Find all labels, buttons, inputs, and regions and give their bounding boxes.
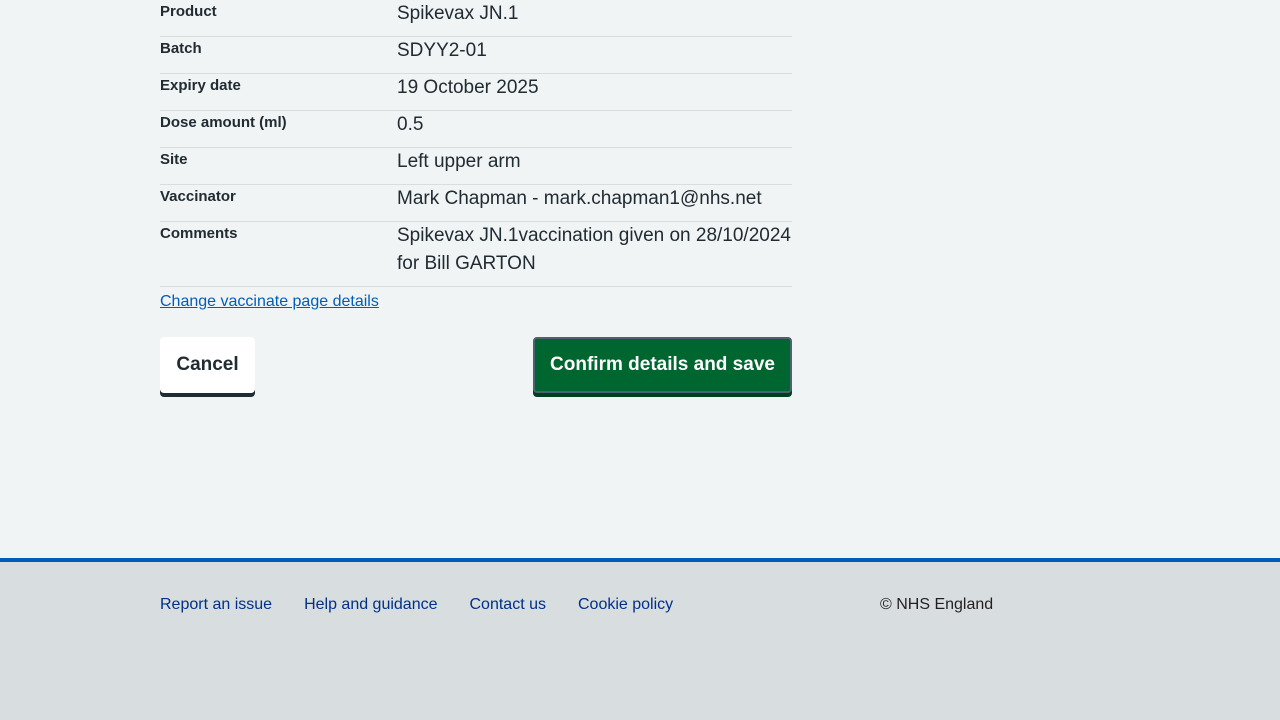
confirm-details-and-save-button[interactable]: Confirm details and save bbox=[533, 337, 792, 393]
summary-value: Mark Chapman - mark.chapman1@nhs.net bbox=[397, 188, 762, 209]
summary-key: Comments bbox=[160, 225, 238, 242]
main-content: Product Spikevax JN.1 Batch SDYY2-01 Exp… bbox=[160, 0, 792, 397]
summary-row-product: Product Spikevax JN.1 bbox=[160, 0, 792, 37]
summary-row-batch: Batch SDYY2-01 bbox=[160, 37, 792, 74]
summary-key: Product bbox=[160, 3, 217, 20]
summary-key: Batch bbox=[160, 40, 202, 57]
cancel-button[interactable]: Cancel bbox=[160, 337, 255, 393]
summary-key: Site bbox=[160, 151, 188, 168]
change-vaccinate-details-link[interactable]: Change vaccinate page details bbox=[160, 293, 379, 311]
footer-link-help-guidance[interactable]: Help and guidance bbox=[304, 596, 437, 614]
summary-key: Dose amount (ml) bbox=[160, 114, 287, 131]
summary-value: 0.5 bbox=[397, 114, 424, 135]
summary-value: Spikevax JN.1vaccination given on 28/10/… bbox=[397, 225, 791, 274]
summary-value: Left upper arm bbox=[397, 151, 521, 172]
summary-row-vaccinator: Vaccinator Mark Chapman - mark.chapman1@… bbox=[160, 185, 792, 222]
footer-links: Report an issue Help and guidance Contac… bbox=[160, 596, 673, 614]
footer-link-contact-us[interactable]: Contact us bbox=[470, 596, 546, 614]
summary-value: 19 October 2025 bbox=[397, 77, 539, 98]
summary-key: Expiry date bbox=[160, 77, 241, 94]
summary-key: Vaccinator bbox=[160, 188, 236, 205]
summary-row-comments: Comments Spikevax JN.1vaccination given … bbox=[160, 222, 792, 287]
footer-link-cookie-policy[interactable]: Cookie policy bbox=[578, 596, 673, 614]
form-actions: Cancel Confirm details and save bbox=[160, 337, 792, 397]
summary-row-site: Site Left upper arm bbox=[160, 148, 792, 185]
summary-row-expiry-date: Expiry date 19 October 2025 bbox=[160, 74, 792, 111]
page-footer: Report an issue Help and guidance Contac… bbox=[0, 558, 1280, 720]
summary-row-dose-amount: Dose amount (ml) 0.5 bbox=[160, 111, 792, 148]
summary-value: SDYY2-01 bbox=[397, 40, 487, 61]
summary-value: Spikevax JN.1 bbox=[397, 3, 519, 24]
footer-link-report-issue[interactable]: Report an issue bbox=[160, 596, 272, 614]
footer-copyright: © NHS England bbox=[880, 596, 994, 613]
vaccination-summary-list: Product Spikevax JN.1 Batch SDYY2-01 Exp… bbox=[160, 0, 792, 287]
